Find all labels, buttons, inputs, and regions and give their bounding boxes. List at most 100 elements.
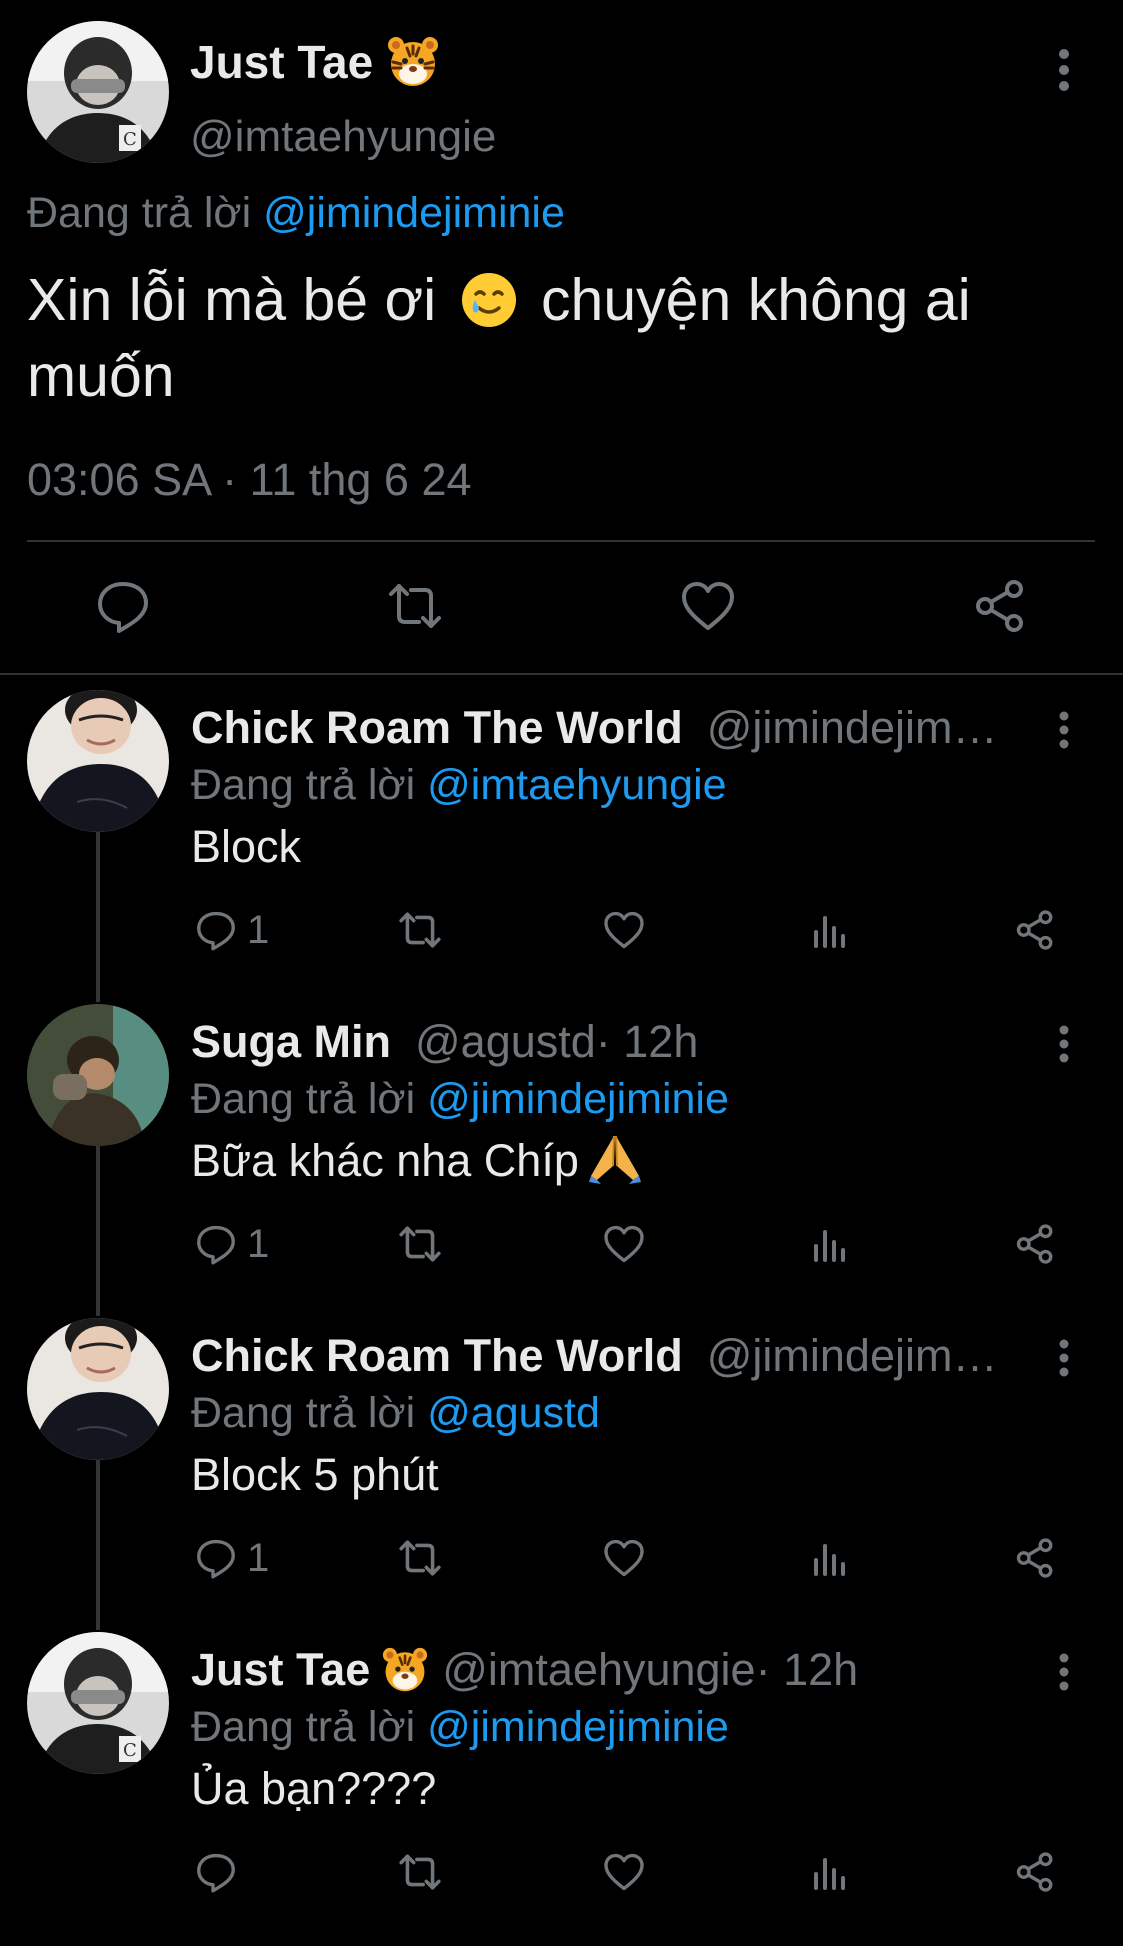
reply-header: Chick Roam The World @jimindejim…: [191, 700, 1031, 756]
avatar-chick-roam-the-world[interactable]: [27, 1318, 169, 1460]
replying-to-handle[interactable]: @jimindejiminie: [427, 1075, 729, 1123]
more-options-icon[interactable]: [1052, 708, 1076, 758]
reply-display-name[interactable]: Suga Min: [191, 1014, 391, 1070]
retweet-icon[interactable]: [398, 1536, 442, 1580]
reply-author-name[interactable]: Just Tae: [191, 1642, 428, 1698]
reply-time: · 12h: [595, 1016, 699, 1067]
reply-text-content: Block: [191, 821, 302, 872]
replying-prefix: Đang trả lời: [191, 1075, 416, 1123]
svg-text:C: C: [123, 129, 137, 150]
reply-header: Just Tae @imtaehyungie · 12h: [191, 1642, 1031, 1698]
like-icon[interactable]: [680, 578, 736, 634]
reply-author-name[interactable]: Chick Roam The World: [191, 1328, 683, 1384]
reply-count: 1: [247, 1536, 270, 1580]
share-icon[interactable]: [1014, 1222, 1056, 1266]
reply-header: Suga Min @agustd · 12h: [191, 1014, 1031, 1070]
more-options-icon[interactable]: [1050, 42, 1078, 102]
like-icon[interactable]: [603, 1222, 645, 1266]
avatar-just-tae[interactable]: C: [27, 21, 169, 163]
replying-to: Đang trả lời @jimindejiminie: [27, 185, 565, 241]
reply-time: · 12h: [755, 1644, 859, 1695]
reply-author-name[interactable]: Chick Roam The World: [191, 700, 683, 756]
like-icon[interactable]: [603, 1850, 645, 1894]
divider: [27, 540, 1095, 542]
reply-actions: 1: [0, 1222, 1123, 1272]
reply-icon[interactable]: [195, 1223, 237, 1265]
reply-icon[interactable]: [195, 909, 237, 951]
reply-text-content: Block 5 phút: [191, 1449, 439, 1500]
reply-actions: 1: [0, 908, 1123, 958]
tweet-text-part-1: Xin lỗi mà bé ơi: [27, 267, 453, 333]
views-icon[interactable]: [810, 1850, 850, 1894]
retweet-icon[interactable]: [398, 1222, 442, 1266]
tiger-face-icon: [387, 36, 439, 88]
share-icon[interactable]: [1014, 1536, 1056, 1580]
replying-to-handle[interactable]: @imtaehyungie: [427, 761, 726, 809]
like-icon[interactable]: [603, 908, 645, 952]
folded-hands-icon: [587, 1132, 643, 1184]
reply-display-name[interactable]: Chick Roam The World: [191, 700, 683, 756]
reply-header: Chick Roam The World @jimindejim…: [191, 1328, 1031, 1384]
views-icon[interactable]: [810, 908, 850, 952]
tweet-timestamp[interactable]: 03:06 SA · 11 thg 6 24: [27, 452, 472, 508]
svg-text:C: C: [123, 1740, 137, 1761]
replying-prefix: Đang trả lời: [27, 189, 252, 237]
replying-to: Đang trả lời @jimindejiminie: [191, 1071, 729, 1127]
more-options-icon[interactable]: [1052, 1022, 1076, 1072]
replying-prefix: Đang trả lời: [191, 761, 416, 809]
views-icon[interactable]: [810, 1222, 850, 1266]
reply-author-handle[interactable]: @jimindejim…: [707, 1328, 998, 1384]
divider: [0, 673, 1123, 675]
smiling-face-with-tear-icon: [459, 270, 519, 330]
reply-button[interactable]: [195, 1850, 247, 1894]
share-icon[interactable]: [972, 578, 1028, 634]
reply-actions: 1: [0, 1536, 1123, 1586]
reply-tweet[interactable]: C Just Tae @imtaehyungie · 12h Đang trả …: [0, 1632, 1123, 1946]
reply-button[interactable]: 1: [195, 1536, 269, 1580]
reply-display-name[interactable]: Just Tae: [191, 1642, 370, 1698]
reply-count: 1: [247, 908, 270, 952]
more-options-icon[interactable]: [1052, 1336, 1076, 1386]
reply-count: 1: [247, 1222, 270, 1266]
author-name[interactable]: Just Tae: [190, 34, 439, 90]
replying-to: Đang trả lời @imtaehyungie: [191, 757, 727, 813]
reply-author-name[interactable]: Suga Min: [191, 1014, 391, 1070]
reply-text-content: Ủa bạn????: [191, 1763, 437, 1814]
retweet-icon[interactable]: [398, 908, 442, 952]
replying-to-handle[interactable]: @jimindejiminie: [263, 189, 565, 237]
reply-tweet[interactable]: Suga Min @agustd · 12h Đang trả lời @jim…: [0, 1004, 1123, 1318]
reply-author-handle[interactable]: @jimindejim…: [707, 700, 998, 756]
tiger-face-icon: [382, 1647, 428, 1693]
replying-to-handle[interactable]: @agustd: [427, 1389, 600, 1437]
reply-icon[interactable]: [95, 578, 151, 634]
reply-tweet[interactable]: Chick Roam The World @jimindejim… Đang t…: [0, 690, 1123, 1004]
reply-text-content: Bữa khác nha Chíp: [191, 1135, 579, 1186]
reply-author-handle[interactable]: @imtaehyungie: [442, 1642, 755, 1698]
replying-prefix: Đang trả lời: [191, 1389, 416, 1437]
author-handle[interactable]: @imtaehyungie: [190, 109, 496, 165]
reply-display-name[interactable]: Chick Roam The World: [191, 1328, 683, 1384]
replying-to-handle[interactable]: @jimindejiminie: [427, 1703, 729, 1751]
share-icon[interactable]: [1014, 1850, 1056, 1894]
reply-button[interactable]: 1: [195, 1222, 269, 1266]
reply-icon[interactable]: [195, 1537, 237, 1579]
reply-icon[interactable]: [195, 1851, 237, 1893]
replying-prefix: Đang trả lời: [191, 1703, 416, 1751]
retweet-icon[interactable]: [387, 578, 443, 634]
retweet-icon[interactable]: [398, 1850, 442, 1894]
reply-tweet[interactable]: Chick Roam The World @jimindejim… Đang t…: [0, 1318, 1123, 1632]
replying-to: Đang trả lời @jimindejiminie: [191, 1699, 729, 1755]
avatar-chick-roam-the-world[interactable]: [27, 690, 169, 832]
like-icon[interactable]: [603, 1536, 645, 1580]
reply-text: Block: [191, 817, 301, 877]
share-icon[interactable]: [1014, 908, 1056, 952]
reply-author-handle[interactable]: @agustd: [415, 1014, 596, 1070]
reply-text: Block 5 phút: [191, 1445, 439, 1505]
reply-actions: [0, 1850, 1123, 1900]
reply-button[interactable]: 1: [195, 908, 269, 952]
views-icon[interactable]: [810, 1536, 850, 1580]
author-display-name[interactable]: Just Tae: [190, 34, 373, 90]
avatar-suga-min[interactable]: [27, 1004, 169, 1146]
more-options-icon[interactable]: [1052, 1650, 1076, 1700]
avatar-just-tae[interactable]: C: [27, 1632, 169, 1774]
